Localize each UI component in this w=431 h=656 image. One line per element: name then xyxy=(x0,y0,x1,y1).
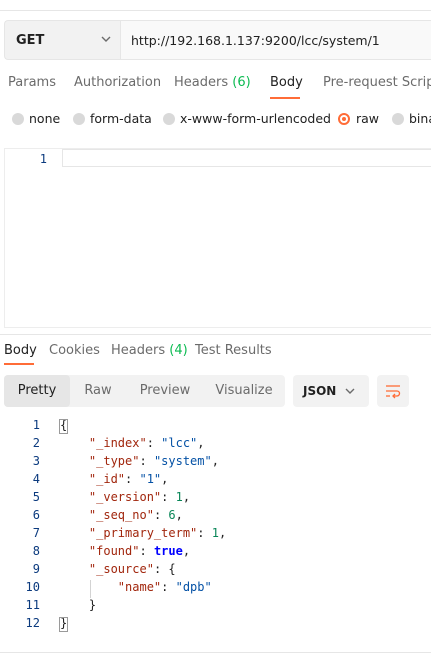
code-line: 7 "_primary_term": 1, xyxy=(0,525,431,543)
tab-response-body[interactable]: Body xyxy=(4,343,37,358)
line-number: 8 xyxy=(32,544,40,558)
pane-divider[interactable] xyxy=(0,334,431,335)
radio-x-www-form-urlencoded[interactable] xyxy=(163,113,175,125)
code-text: "_id": "1", xyxy=(88,472,169,486)
radio-binary[interactable] xyxy=(392,113,404,125)
request-body-editor[interactable]: 1 xyxy=(4,148,431,328)
tab-cookies[interactable]: Cookies xyxy=(49,343,100,358)
request-tabs: Params Authorization Headers (6) Body Pr… xyxy=(0,70,431,100)
code-line: 3 "_type": "system", xyxy=(0,453,431,471)
radio-form-data[interactable] xyxy=(73,113,85,125)
active-tab-indicator xyxy=(4,363,34,365)
code-text: } xyxy=(60,598,97,612)
chevron-down-icon xyxy=(345,388,355,394)
tab-label: Authorization xyxy=(74,75,162,90)
bottom-divider xyxy=(0,652,431,653)
line-number: 2 xyxy=(32,436,40,450)
tab-authorization[interactable]: Authorization xyxy=(74,75,161,90)
view-preview-button[interactable]: Preview xyxy=(126,375,204,407)
tab-label: Body xyxy=(270,75,303,90)
response-body-viewer[interactable]: 1{2 "_index": "lcc", 3 "_type": "system",… xyxy=(0,417,431,637)
code-text: "_index": "lcc", xyxy=(88,436,205,450)
body-type-options: none form-data x-www-form-urlencoded raw… xyxy=(0,108,431,130)
view-visualize-button[interactable]: Visualize xyxy=(204,375,284,407)
line-number: 9 xyxy=(32,562,40,576)
tab-label: Params xyxy=(8,75,56,90)
tab-pre-request-script[interactable]: Pre-request Script xyxy=(323,75,431,90)
tab-label: Headers xyxy=(174,75,229,90)
chevron-down-icon xyxy=(101,36,111,42)
radio-label-none[interactable]: none xyxy=(29,111,60,126)
format-label: JSON xyxy=(303,384,337,398)
format-select[interactable]: JSON xyxy=(293,375,369,407)
indent-guide xyxy=(90,580,91,598)
radio-label-raw[interactable]: raw xyxy=(356,111,379,126)
code-line: 2 "_index": "lcc", xyxy=(0,435,431,453)
tab-headers[interactable]: Headers (6) xyxy=(174,75,251,90)
code-line: 9 "_source": { xyxy=(0,561,431,579)
radio-label-binary[interactable]: bina xyxy=(409,111,431,126)
bracket-match-highlight xyxy=(59,419,68,434)
url-text: http://192.168.1.137:9200/lcc/system/1 xyxy=(131,33,380,48)
editor-active-line[interactable] xyxy=(62,149,431,167)
code-text: "_seq_no": 6, xyxy=(88,508,183,522)
code-line: 11 } xyxy=(0,597,431,615)
code-text: "_type": "system", xyxy=(88,454,219,468)
tab-label: Pre-request Script xyxy=(323,75,431,90)
method-label: GET xyxy=(16,33,45,48)
view-mode-group: Pretty Raw Preview Visualize xyxy=(4,375,285,407)
code-text: "_primary_term": 1, xyxy=(88,526,227,540)
tab-label: Cookies xyxy=(49,343,100,358)
radio-label-x-www-form-urlencoded[interactable]: x-www-form-urlencoded xyxy=(180,111,331,126)
line-number: 3 xyxy=(32,454,40,468)
bracket-match-highlight xyxy=(59,617,68,632)
line-number: 1 xyxy=(39,152,47,166)
line-number: 1 xyxy=(32,418,40,432)
tab-body[interactable]: Body xyxy=(270,75,303,90)
code-line: 5 "_version": 1, xyxy=(0,489,431,507)
code-text: "found": true, xyxy=(88,544,191,558)
code-line: 8 "found": true, xyxy=(0,543,431,561)
code-text: "_source": { xyxy=(88,562,176,576)
view-raw-button[interactable]: Raw xyxy=(70,375,126,407)
code-line: 6 "_seq_no": 6, xyxy=(0,507,431,525)
tab-count: (6) xyxy=(232,75,251,90)
view-pretty-button[interactable]: Pretty xyxy=(4,375,70,407)
wrap-lines-icon xyxy=(386,385,401,399)
code-line: 10 "name": "dpb" xyxy=(0,579,431,597)
code-line: 4 "_id": "1", xyxy=(0,471,431,489)
line-number: 5 xyxy=(32,490,40,504)
response-tabs: Body Cookies Headers (4) Test Results xyxy=(0,340,431,365)
line-number: 11 xyxy=(25,598,40,612)
request-bar: GET http://192.168.1.137:9200/lcc/system… xyxy=(0,20,431,60)
line-number: 10 xyxy=(25,580,40,594)
radio-label-form-data[interactable]: form-data xyxy=(90,111,152,126)
tab-test-results[interactable]: Test Results xyxy=(195,343,272,358)
url-input[interactable]: http://192.168.1.137:9200/lcc/system/1 xyxy=(120,20,431,60)
tab-label: Test Results xyxy=(195,343,272,358)
tab-label: Body xyxy=(4,343,37,358)
top-divider xyxy=(0,10,431,11)
radio-raw[interactable] xyxy=(338,113,350,125)
method-select[interactable]: GET xyxy=(4,20,120,60)
wrap-lines-button[interactable] xyxy=(377,375,409,407)
tab-params[interactable]: Params xyxy=(8,75,56,90)
line-number: 7 xyxy=(32,526,40,540)
line-number: 12 xyxy=(25,616,40,630)
radio-none[interactable] xyxy=(12,113,24,125)
tab-response-headers[interactable]: Headers (4) xyxy=(111,343,188,358)
active-tab-indicator xyxy=(270,97,300,99)
code-text: "_version": 1, xyxy=(88,490,191,504)
line-number: 4 xyxy=(32,472,40,486)
tab-label: Headers xyxy=(111,343,166,358)
code-text: "name": "dpb" xyxy=(117,580,212,594)
tab-count: (4) xyxy=(169,343,188,358)
line-number: 6 xyxy=(32,508,40,522)
